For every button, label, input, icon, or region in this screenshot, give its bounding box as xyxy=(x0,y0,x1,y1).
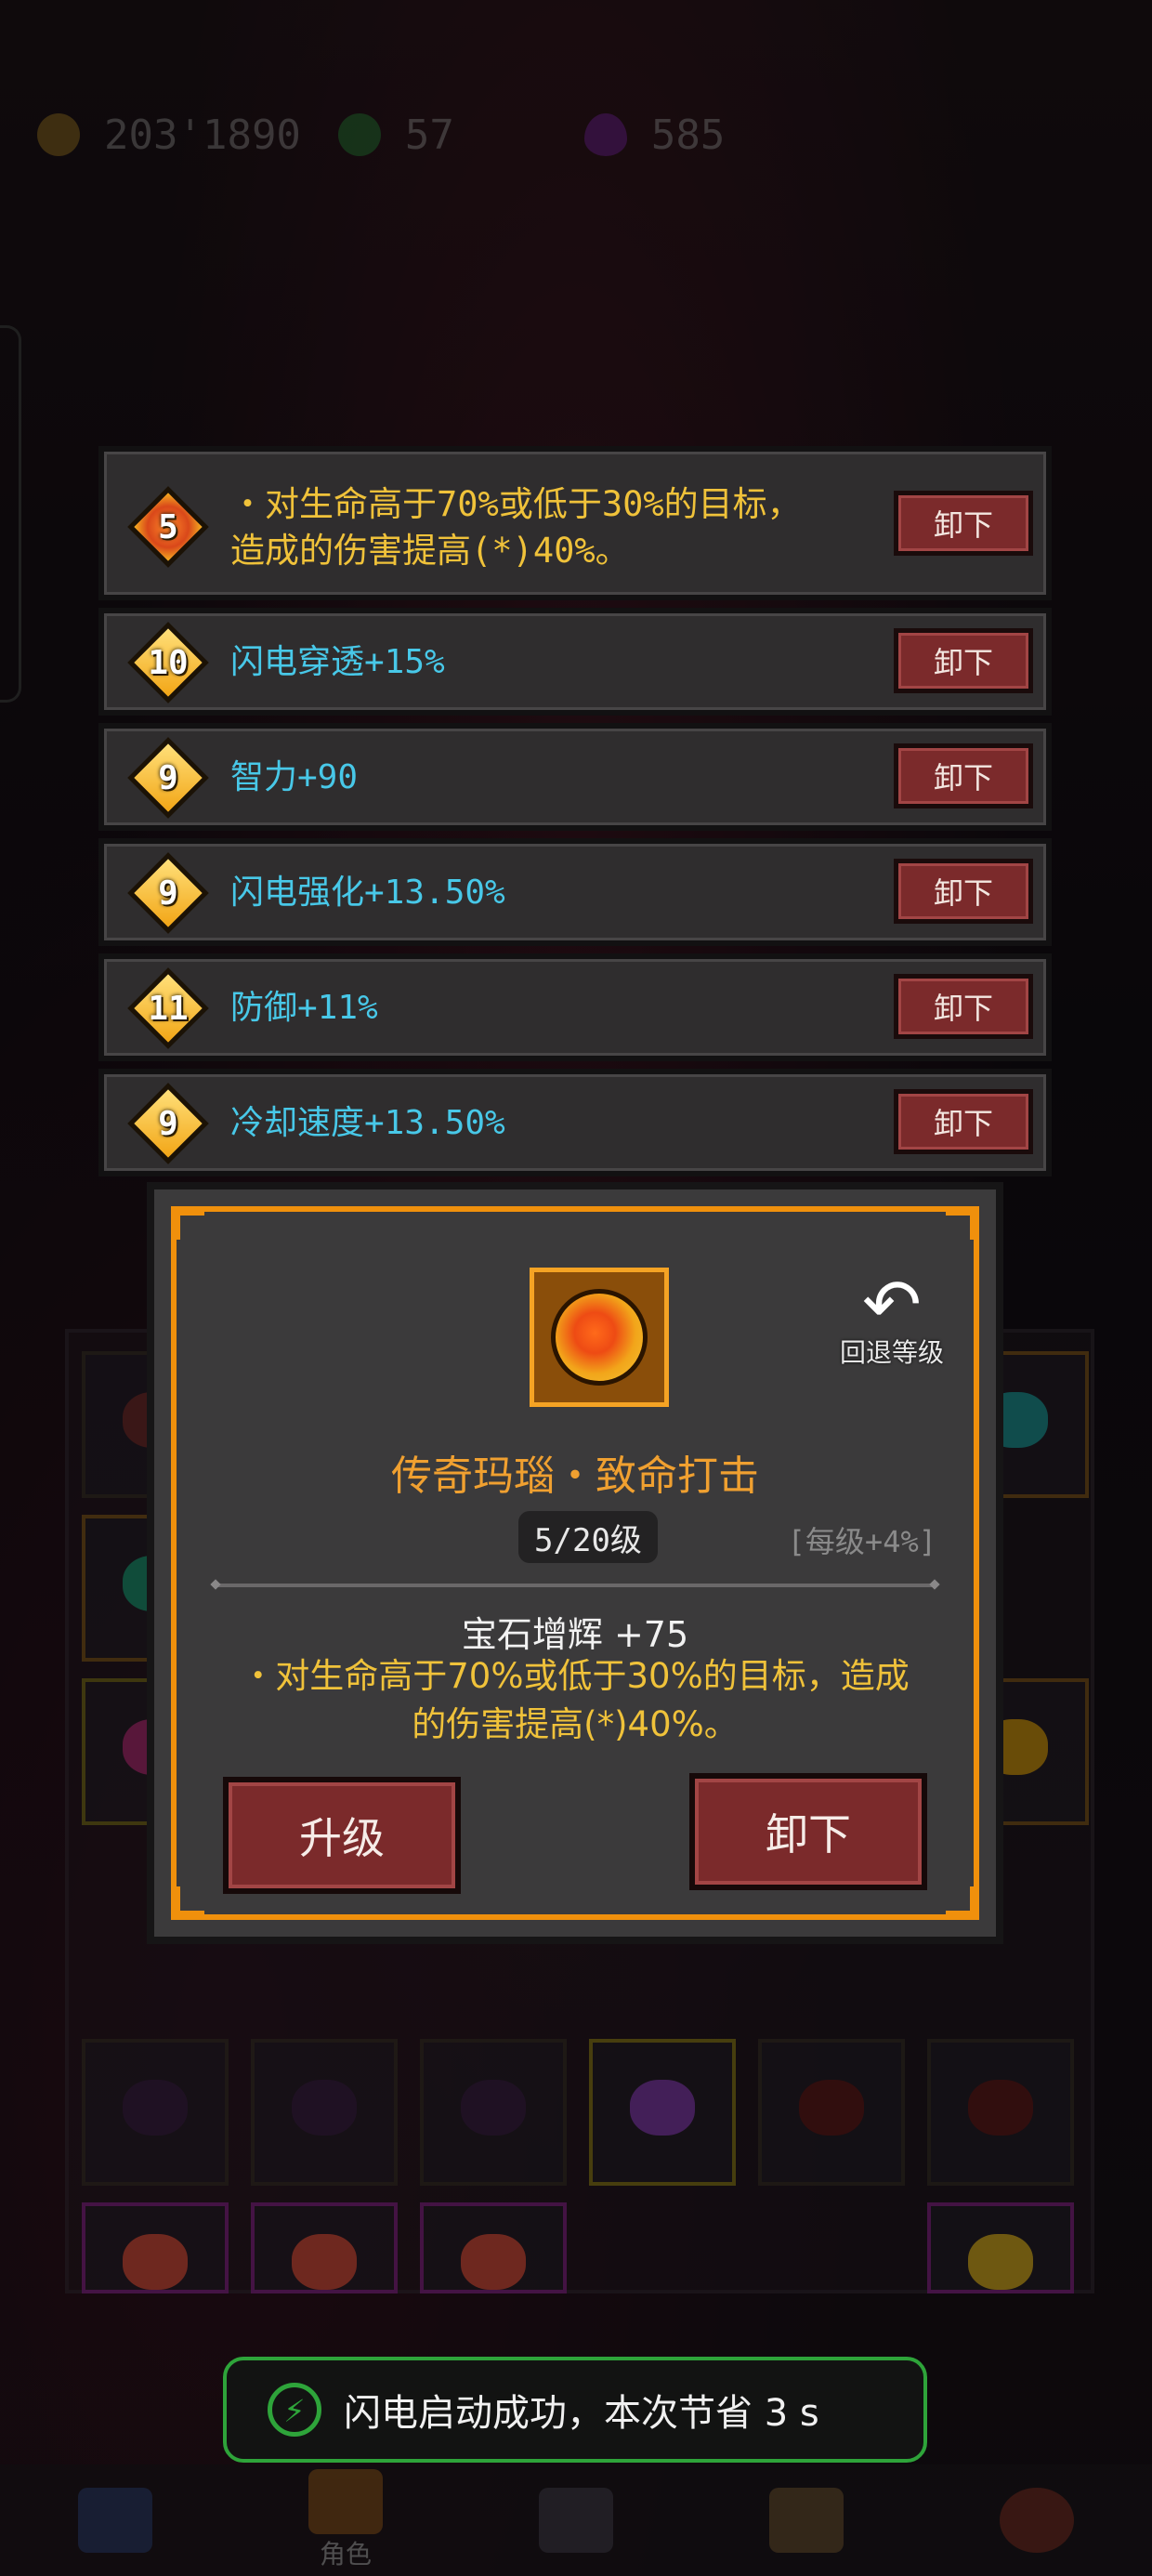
unequip-button[interactable]: 卸下 xyxy=(894,974,1033,1039)
rollback-level-button[interactable]: ↶ 回退等级 xyxy=(827,1268,957,1370)
unequip-gem-button[interactable]: 卸下 xyxy=(689,1773,927,1890)
frame-corner xyxy=(175,1886,204,1916)
unequip-button[interactable]: 卸下 xyxy=(894,491,1033,556)
gem-slot-row: 9 闪电强化+13.50% 卸下 xyxy=(98,838,1052,946)
gem-detail-popup: ↶ 回退等级 传奇玛瑙・致命打击 5/20级 [每级+4%] 宝石增辉 +75 … xyxy=(147,1182,1003,1944)
gem-slot-row: 5 ・对生命高于70%或低于30%的目标， 造成的伤害提高(*)40%。 卸下 xyxy=(98,446,1052,600)
unequip-button[interactable]: 卸下 xyxy=(894,1089,1033,1154)
unequip-button[interactable]: 卸下 xyxy=(894,628,1033,693)
gem-name: 传奇玛瑙・致命打击 xyxy=(391,1452,759,1500)
rollback-label: 回退等级 xyxy=(839,1337,944,1368)
agate-gem-icon xyxy=(551,1289,648,1386)
per-level-bonus: [每级+4%] xyxy=(787,1524,936,1559)
frame-corner xyxy=(946,1210,975,1240)
gem-description: ・对生命高于70%或低于30%的目标，造成 的伤害提高(*)40%。 xyxy=(214,1652,936,1749)
gem-level-number: 11 xyxy=(148,989,189,1028)
upgrade-button[interactable]: 升级 xyxy=(223,1777,461,1894)
gem-level-number: 10 xyxy=(148,643,189,682)
gem-level-badge: 10 xyxy=(127,622,209,703)
gem-slot-row: 9 智力+90 卸下 xyxy=(98,723,1052,831)
toast-message: 闪电启动成功，本次节省 3 s xyxy=(344,2392,819,2435)
toast-notification: ⚡ 闪电启动成功，本次节省 3 s xyxy=(223,2357,927,2463)
slot-effect-text: 闪电穿透+15% xyxy=(230,643,445,681)
frame-corner xyxy=(946,1886,975,1916)
gem-level-number: 9 xyxy=(158,758,178,797)
lightning-icon: ⚡ xyxy=(268,2383,321,2437)
slot-effect-text: 冷却速度+13.50% xyxy=(230,1104,505,1142)
slot-effect-text: 智力+90 xyxy=(230,758,359,796)
slot-effect-text: ・对生命高于70%或低于30%的目标， 造成的伤害提高(*)40%。 xyxy=(230,481,802,574)
gem-portrait xyxy=(530,1268,669,1407)
divider xyxy=(217,1584,933,1587)
gem-level-badge: 9 xyxy=(127,852,209,934)
gem-slot-row: 9 冷却速度+13.50% 卸下 xyxy=(98,1069,1052,1176)
unequip-button[interactable]: 卸下 xyxy=(894,743,1033,808)
slot-effect-line2: 造成的伤害提高(*)40%。 xyxy=(230,531,630,571)
gem-level-badge: 5 xyxy=(127,486,209,568)
slot-effect-text: 防御+11% xyxy=(230,989,378,1027)
gem-level-number: 5 xyxy=(158,507,178,546)
gem-description-line2: 的伤害提高(*)40%。 xyxy=(412,1704,739,1744)
gem-description-line1: ・对生命高于70%或低于30%的目标，造成 xyxy=(241,1656,910,1696)
gem-level-pill: 5/20级 xyxy=(518,1511,658,1563)
popup-frame: ↶ 回退等级 传奇玛瑙・致命打击 5/20级 [每级+4%] 宝石增辉 +75 … xyxy=(171,1206,979,1920)
undo-arrow-icon: ↶ xyxy=(862,1263,922,1346)
gem-level-badge: 9 xyxy=(127,1083,209,1164)
gem-level-number: 9 xyxy=(158,1104,178,1143)
gem-level-number: 9 xyxy=(158,874,178,913)
gem-slot-row: 11 防御+11% 卸下 xyxy=(98,953,1052,1061)
slot-effect-line1: ・对生命高于70%或低于30%的目标， xyxy=(230,484,802,524)
gem-level-badge: 11 xyxy=(127,967,209,1049)
gem-slot-row: 10 闪电穿透+15% 卸下 xyxy=(98,608,1052,716)
gem-level-badge: 9 xyxy=(127,737,209,819)
unequip-button[interactable]: 卸下 xyxy=(894,859,1033,924)
frame-corner xyxy=(175,1210,204,1240)
gem-bonus: 宝石增辉 +75 xyxy=(461,1614,689,1655)
slot-effect-text: 闪电强化+13.50% xyxy=(230,874,505,912)
